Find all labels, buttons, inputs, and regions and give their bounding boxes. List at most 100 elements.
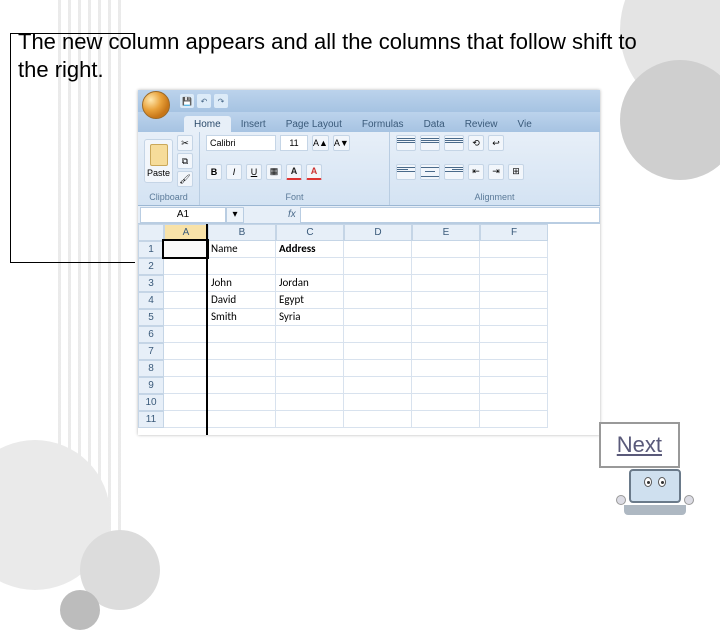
- cell-E9[interactable]: [412, 377, 480, 394]
- cell-C7[interactable]: [276, 343, 344, 360]
- cell-B10[interactable]: [208, 394, 276, 411]
- cell-B2[interactable]: [208, 258, 276, 275]
- cell-C1[interactable]: Address: [276, 241, 344, 258]
- fill-color-icon[interactable]: A: [286, 164, 302, 180]
- align-center-icon[interactable]: [420, 164, 440, 180]
- cell-C9[interactable]: [276, 377, 344, 394]
- wrap-text-icon[interactable]: ↩: [488, 135, 504, 151]
- cell-E8[interactable]: [412, 360, 480, 377]
- cell-C5[interactable]: Syria: [276, 309, 344, 326]
- cell-F4[interactable]: [480, 292, 548, 309]
- cell-B1[interactable]: Name: [208, 241, 276, 258]
- cell-B3[interactable]: John: [208, 275, 276, 292]
- cell-D8[interactable]: [344, 360, 412, 377]
- cut-icon[interactable]: ✂: [177, 135, 193, 151]
- format-painter-icon[interactable]: 🖌: [177, 171, 193, 187]
- cell-E3[interactable]: [412, 275, 480, 292]
- cell-B11[interactable]: [208, 411, 276, 428]
- cell-B8[interactable]: [208, 360, 276, 377]
- cell-E2[interactable]: [412, 258, 480, 275]
- undo-icon[interactable]: ↶: [197, 94, 211, 108]
- row-header-5[interactable]: 5: [138, 309, 164, 326]
- tab-review[interactable]: Review: [455, 116, 508, 132]
- row-header-11[interactable]: 11: [138, 411, 164, 428]
- align-right-icon[interactable]: [444, 164, 464, 180]
- cell-F1[interactable]: [480, 241, 548, 258]
- cell-D1[interactable]: [344, 241, 412, 258]
- cell-C4[interactable]: Egypt: [276, 292, 344, 309]
- decrease-indent-icon[interactable]: ⇤: [468, 164, 484, 180]
- grid[interactable]: ABCDEF NameAddressJohnJordanDavidEgyptSm…: [164, 224, 600, 435]
- cell-E1[interactable]: [412, 241, 480, 258]
- align-top-icon[interactable]: [396, 135, 416, 151]
- column-header-A[interactable]: A: [164, 224, 208, 241]
- cell-D9[interactable]: [344, 377, 412, 394]
- next-button[interactable]: Next: [599, 422, 680, 468]
- align-bottom-icon[interactable]: [444, 135, 464, 151]
- bold-button[interactable]: B: [206, 164, 222, 180]
- cell-B7[interactable]: [208, 343, 276, 360]
- cell-D4[interactable]: [344, 292, 412, 309]
- cell-A9[interactable]: [164, 377, 208, 394]
- tab-formulas[interactable]: Formulas: [352, 116, 414, 132]
- row-header-2[interactable]: 2: [138, 258, 164, 275]
- cell-D11[interactable]: [344, 411, 412, 428]
- cell-A10[interactable]: [164, 394, 208, 411]
- align-middle-icon[interactable]: [420, 135, 440, 151]
- column-header-B[interactable]: B: [208, 224, 276, 241]
- cell-F11[interactable]: [480, 411, 548, 428]
- cell-E11[interactable]: [412, 411, 480, 428]
- cell-E10[interactable]: [412, 394, 480, 411]
- copy-icon[interactable]: ⧉: [177, 153, 193, 169]
- decrease-font-icon[interactable]: A▼: [333, 135, 350, 151]
- worksheet[interactable]: 1234567891011 ABCDEF NameAddressJohnJord…: [138, 224, 600, 435]
- cell-D6[interactable]: [344, 326, 412, 343]
- redo-icon[interactable]: ↷: [214, 94, 228, 108]
- cell-F2[interactable]: [480, 258, 548, 275]
- row-header-10[interactable]: 10: [138, 394, 164, 411]
- font-size-select[interactable]: [280, 135, 308, 151]
- name-box[interactable]: [140, 207, 226, 223]
- cell-E7[interactable]: [412, 343, 480, 360]
- cell-B5[interactable]: Smith: [208, 309, 276, 326]
- cell-F3[interactable]: [480, 275, 548, 292]
- cell-D10[interactable]: [344, 394, 412, 411]
- row-header-1[interactable]: 1: [138, 241, 164, 258]
- office-button[interactable]: [142, 91, 170, 119]
- row-header-8[interactable]: 8: [138, 360, 164, 377]
- fx-icon[interactable]: fx: [284, 209, 300, 220]
- column-header-E[interactable]: E: [412, 224, 480, 241]
- column-header-D[interactable]: D: [344, 224, 412, 241]
- cell-A11[interactable]: [164, 411, 208, 428]
- increase-indent-icon[interactable]: ⇥: [488, 164, 504, 180]
- cell-C6[interactable]: [276, 326, 344, 343]
- tab-insert[interactable]: Insert: [231, 116, 276, 132]
- cell-D7[interactable]: [344, 343, 412, 360]
- cell-C2[interactable]: [276, 258, 344, 275]
- cell-F5[interactable]: [480, 309, 548, 326]
- tab-vie[interactable]: Vie: [507, 116, 541, 132]
- row-header-3[interactable]: 3: [138, 275, 164, 292]
- cell-B6[interactable]: [208, 326, 276, 343]
- merge-center-icon[interactable]: ⊞: [508, 164, 524, 180]
- increase-font-icon[interactable]: A▲: [312, 135, 329, 151]
- paste-button[interactable]: Paste: [144, 139, 173, 183]
- cell-D5[interactable]: [344, 309, 412, 326]
- font-color-icon[interactable]: A: [306, 164, 322, 180]
- cell-C3[interactable]: Jordan: [276, 275, 344, 292]
- cell-B4[interactable]: David: [208, 292, 276, 309]
- column-header-C[interactable]: C: [276, 224, 344, 241]
- cell-A6[interactable]: [164, 326, 208, 343]
- cell-A8[interactable]: [164, 360, 208, 377]
- name-box-dropdown-icon[interactable]: ▾: [226, 207, 244, 223]
- cell-D3[interactable]: [344, 275, 412, 292]
- cell-F7[interactable]: [480, 343, 548, 360]
- cell-A7[interactable]: [164, 343, 208, 360]
- cell-B9[interactable]: [208, 377, 276, 394]
- cell-A5[interactable]: [164, 309, 208, 326]
- font-name-select[interactable]: [206, 135, 276, 151]
- cell-F6[interactable]: [480, 326, 548, 343]
- border-icon[interactable]: ▦: [266, 164, 282, 180]
- tab-data[interactable]: Data: [414, 116, 455, 132]
- select-all-corner[interactable]: [138, 224, 164, 241]
